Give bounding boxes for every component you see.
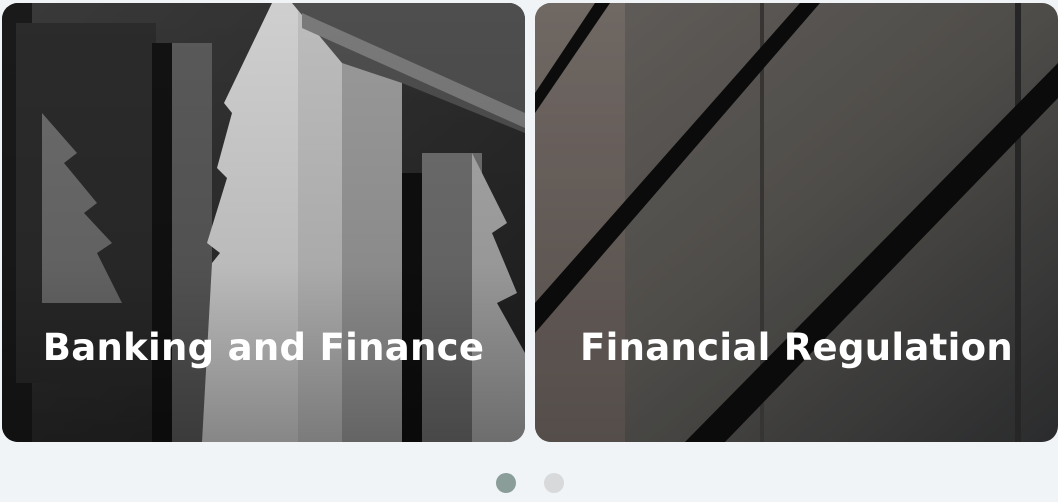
building-facade-image <box>535 3 1058 442</box>
card-banking-and-finance[interactable]: Banking and Finance <box>2 3 525 442</box>
pagination-dot-1[interactable] <box>496 473 516 493</box>
card-financial-regulation[interactable]: Financial Regulation <box>535 3 1058 442</box>
building-facade-image <box>2 3 525 442</box>
card-title: Financial Regulation <box>580 326 1013 369</box>
card-title: Banking and Finance <box>42 326 485 369</box>
carousel-pagination <box>0 473 1058 493</box>
practice-areas-carousel: Banking and Finance Financial Regulation <box>0 0 1058 502</box>
pagination-dot-2[interactable] <box>544 473 564 493</box>
